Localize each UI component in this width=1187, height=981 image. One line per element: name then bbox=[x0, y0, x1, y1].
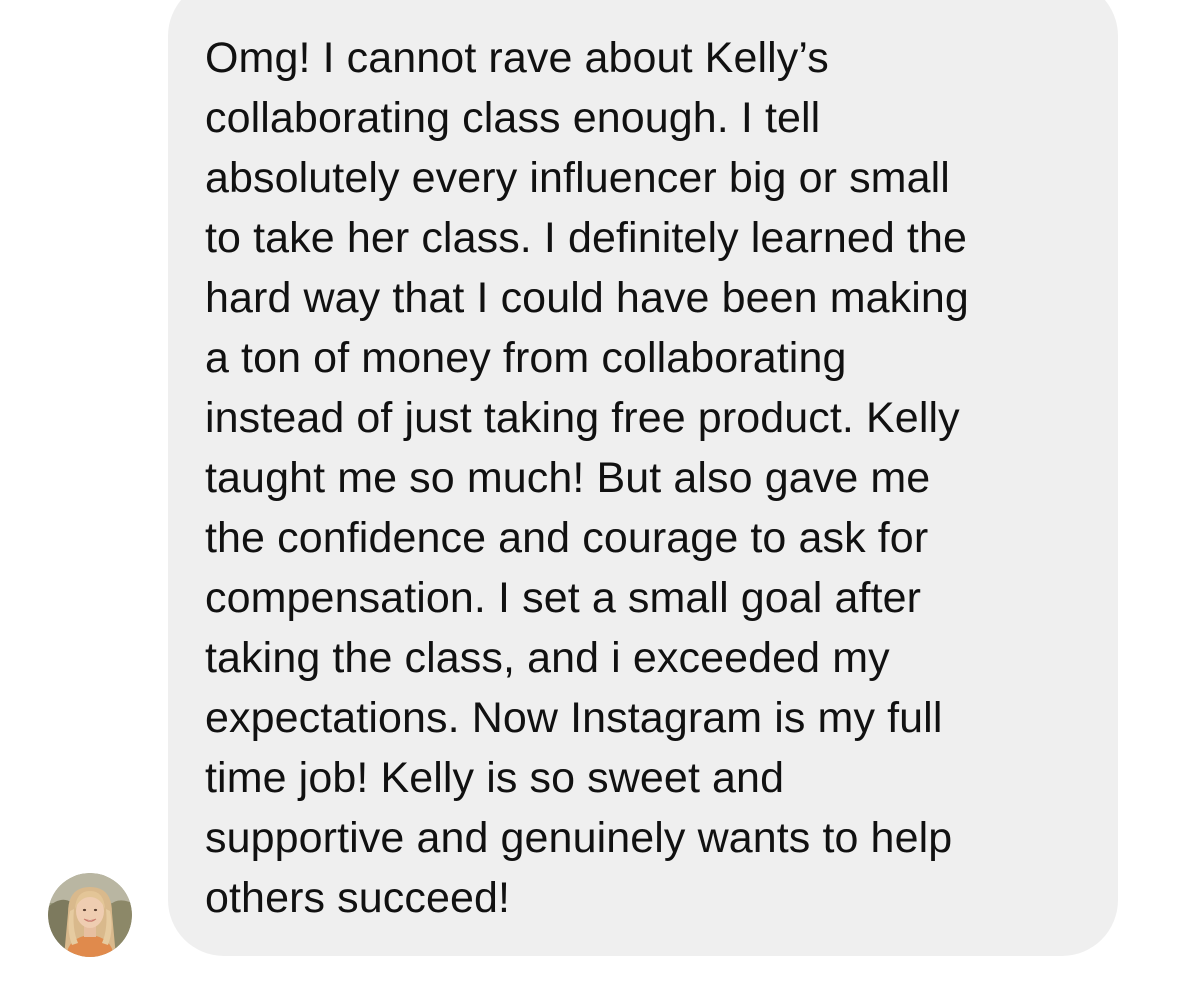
message-thread: Omg! I cannot rave about Kelly’s collabo… bbox=[0, 0, 1187, 981]
message-line: the confidence and courage to ask for bbox=[205, 514, 929, 562]
message-line: absolutely every influencer big or small bbox=[205, 154, 950, 202]
message-line: others succeed! bbox=[205, 874, 511, 922]
message-line: supportive and genuinely wants to help bbox=[205, 814, 953, 862]
message-line: Omg! I cannot rave about Kelly’s bbox=[205, 34, 829, 82]
sender-avatar[interactable] bbox=[48, 873, 132, 957]
message-line: expectations. Now Instagram is my full bbox=[205, 694, 943, 742]
message-line: a ton of money from collaborating bbox=[205, 334, 847, 382]
message-line: hard way that I could have been making bbox=[205, 274, 969, 322]
message-line: instead of just taking free product. Kel… bbox=[205, 394, 960, 442]
message-line: time job! Kelly is so sweet and bbox=[205, 754, 785, 802]
message-text: Omg! I cannot rave about Kelly’s collabo… bbox=[205, 28, 969, 928]
message-line: collaborating class enough. I tell bbox=[205, 94, 821, 142]
avatar-photo-icon bbox=[48, 873, 132, 957]
message-line: taking the class, and i exceeded my bbox=[205, 634, 890, 682]
message-line: to take her class. I definitely learned … bbox=[205, 214, 968, 262]
message-line: compensation. I set a small goal after bbox=[205, 574, 922, 622]
message-line: taught me so much! But also gave me bbox=[205, 454, 931, 502]
